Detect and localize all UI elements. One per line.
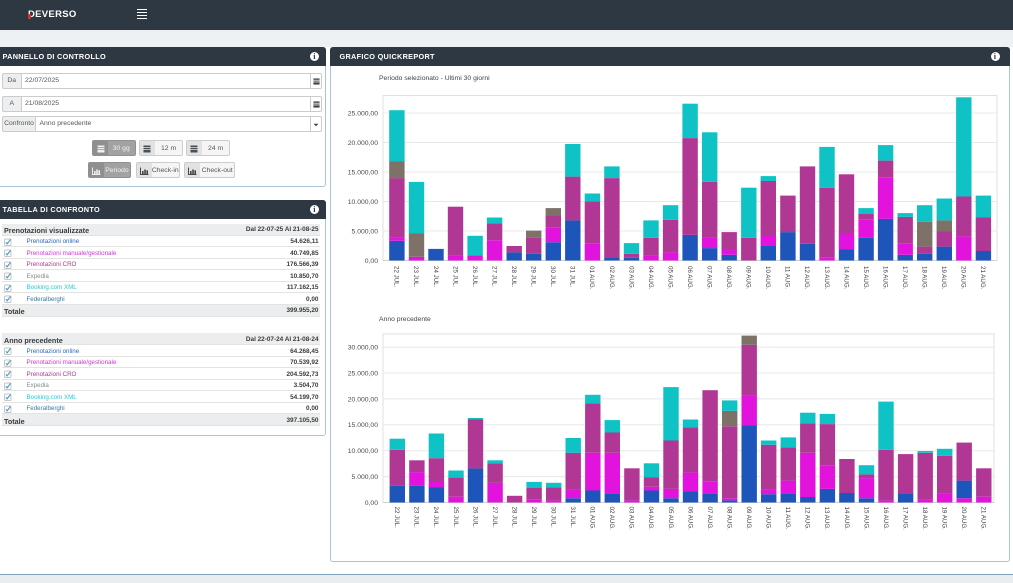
svg-text:19 AUG.: 19 AUG.	[940, 266, 947, 290]
svg-text:30 JUL.: 30 JUL.	[550, 507, 557, 529]
svg-text:03 AUG.: 03 AUG.	[627, 266, 634, 290]
svg-text:09 AUG.: 09 AUG.	[745, 266, 752, 290]
svg-text:08 AUG.: 08 AUG.	[726, 507, 733, 531]
svg-text:06 AUG.: 06 AUG.	[686, 507, 693, 531]
svg-text:30.000,00: 30.000,00	[348, 345, 378, 352]
svg-text:25 JUL.: 25 JUL.	[452, 507, 459, 529]
svg-text:01 AUG.: 01 AUG.	[589, 507, 596, 531]
svg-text:16 AUG.: 16 AUG.	[882, 507, 889, 531]
svg-text:20 AUG.: 20 AUG.	[960, 507, 967, 531]
svg-text:11 AUG.: 11 AUG.	[784, 507, 791, 530]
svg-text:14 AUG.: 14 AUG.	[842, 266, 849, 290]
svg-text:30 JUL.: 30 JUL.	[549, 266, 556, 288]
svg-text:12 AUG.: 12 AUG.	[804, 507, 811, 531]
svg-text:10 AUG.: 10 AUG.	[765, 507, 772, 531]
svg-text:18 AUG.: 18 AUG.	[921, 507, 928, 531]
svg-text:31 JUL.: 31 JUL.	[569, 266, 576, 288]
svg-text:20.000,00: 20.000,00	[348, 140, 378, 147]
svg-text:10.000,00: 10.000,00	[348, 199, 378, 206]
svg-text:5.000,00: 5.000,00	[352, 474, 379, 481]
svg-text:28 JUL.: 28 JUL.	[510, 266, 517, 288]
svg-text:21 AUG.: 21 AUG.	[979, 266, 986, 290]
svg-text:26 JUL.: 26 JUL.	[471, 266, 478, 288]
svg-text:0,00: 0,00	[365, 500, 378, 507]
svg-text:15 AUG.: 15 AUG.	[862, 507, 869, 531]
svg-text:26 JUL.: 26 JUL.	[471, 507, 478, 529]
svg-text:24 JUL.: 24 JUL.	[432, 266, 439, 288]
svg-text:02 AUG.: 02 AUG.	[608, 266, 615, 290]
svg-text:29 JUL.: 29 JUL.	[530, 507, 537, 529]
svg-text:15 AUG.: 15 AUG.	[862, 266, 869, 290]
svg-text:07 AUG.: 07 AUG.	[706, 507, 713, 531]
svg-text:21 AUG.: 21 AUG.	[980, 507, 987, 531]
svg-text:20 AUG.: 20 AUG.	[960, 266, 967, 290]
svg-text:09 AUG.: 09 AUG.	[745, 507, 752, 531]
svg-text:5.000,00: 5.000,00	[352, 228, 379, 235]
svg-text:13 AUG.: 13 AUG.	[823, 266, 830, 290]
svg-text:08 AUG.: 08 AUG.	[725, 266, 732, 290]
svg-text:13 AUG.: 13 AUG.	[823, 507, 830, 531]
svg-text:01 AUG.: 01 AUG.	[588, 266, 595, 290]
svg-text:19 AUG.: 19 AUG.	[941, 507, 948, 531]
svg-text:05 AUG.: 05 AUG.	[667, 507, 674, 531]
svg-text:24 JUL.: 24 JUL.	[432, 507, 439, 529]
svg-text:02 AUG.: 02 AUG.	[608, 507, 615, 531]
svg-text:15.000,00: 15.000,00	[348, 169, 378, 176]
svg-text:23 JUL.: 23 JUL.	[412, 266, 419, 288]
svg-text:03 AUG.: 03 AUG.	[628, 507, 635, 531]
svg-text:27 JUL.: 27 JUL.	[491, 507, 498, 529]
svg-text:17 AUG.: 17 AUG.	[901, 266, 908, 290]
svg-text:25 JUL.: 25 JUL.	[451, 266, 458, 288]
svg-text:10.000,00: 10.000,00	[348, 448, 378, 455]
svg-text:18 AUG.: 18 AUG.	[921, 266, 928, 290]
svg-text:05 AUG.: 05 AUG.	[666, 266, 673, 290]
svg-text:04 AUG.: 04 AUG.	[647, 266, 654, 290]
svg-text:17 AUG.: 17 AUG.	[901, 507, 908, 531]
svg-text:23 JUL.: 23 JUL.	[413, 507, 420, 529]
svg-text:22 JUL.: 22 JUL.	[393, 507, 400, 529]
svg-text:25.000,00: 25.000,00	[348, 370, 378, 377]
svg-text:06 AUG.: 06 AUG.	[686, 266, 693, 290]
svg-text:04 AUG.: 04 AUG.	[647, 507, 654, 531]
svg-text:0,00: 0,00	[365, 258, 378, 265]
svg-text:31 JUL.: 31 JUL.	[569, 507, 576, 529]
svg-text:20.000,00: 20.000,00	[348, 396, 378, 403]
svg-text:15.000,00: 15.000,00	[348, 422, 378, 429]
svg-text:27 JUL.: 27 JUL.	[490, 266, 497, 288]
svg-text:29 JUL.: 29 JUL.	[530, 266, 537, 288]
svg-text:12 AUG.: 12 AUG.	[803, 266, 810, 290]
svg-text:28 JUL.: 28 JUL.	[510, 507, 517, 529]
svg-text:14 AUG.: 14 AUG.	[843, 507, 850, 531]
svg-text:25.000,00: 25.000,00	[348, 110, 378, 117]
svg-text:22 JUL.: 22 JUL.	[393, 266, 400, 288]
svg-text:10 AUG.: 10 AUG.	[764, 266, 771, 290]
svg-text:16 AUG.: 16 AUG.	[881, 266, 888, 290]
svg-text:11 AUG.: 11 AUG.	[784, 266, 791, 289]
svg-text:07 AUG.: 07 AUG.	[706, 266, 713, 290]
